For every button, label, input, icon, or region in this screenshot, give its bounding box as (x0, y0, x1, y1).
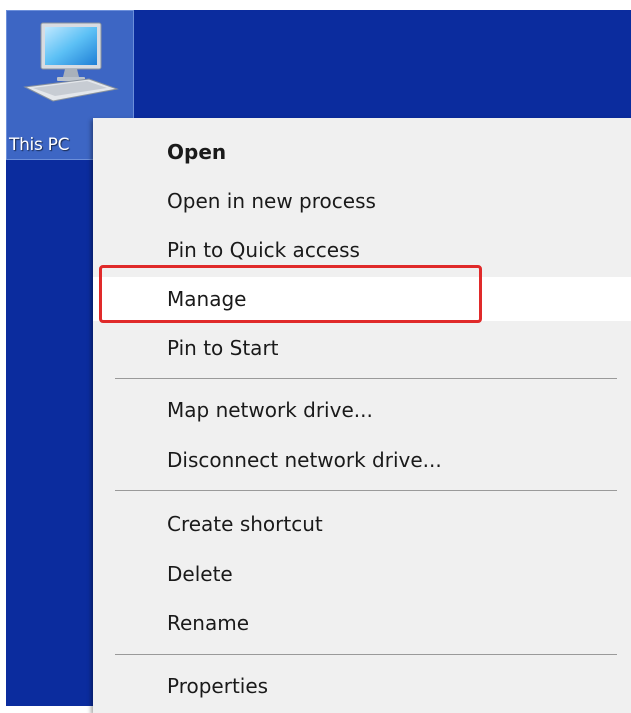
menu-item-delete[interactable]: Delete (93, 552, 631, 596)
menu-item-manage[interactable]: Manage (93, 277, 631, 321)
menu-item-open-in-new-process[interactable]: Open in new process (93, 179, 631, 223)
menu-item-properties[interactable]: Properties (93, 664, 631, 708)
menu-item-map-network-drive[interactable]: Map network drive... (93, 388, 631, 432)
menu-item-open[interactable]: Open (93, 130, 631, 174)
menu-item-create-shortcut[interactable]: Create shortcut (93, 502, 631, 546)
context-menu: Open Open in new process Pin to Quick ac… (93, 118, 631, 713)
screenshot-root: This PC Open Open in new process Pin to … (0, 0, 631, 713)
menu-separator (115, 490, 617, 491)
menu-item-disconnect-network-drive[interactable]: Disconnect network drive... (93, 438, 631, 482)
menu-item-pin-to-start[interactable]: Pin to Start (93, 326, 631, 370)
computer-monitor-icon (23, 22, 119, 102)
menu-separator (115, 378, 617, 379)
menu-item-rename[interactable]: Rename (93, 601, 631, 645)
menu-item-pin-to-quick-access[interactable]: Pin to Quick access (93, 228, 631, 272)
menu-separator (115, 654, 617, 655)
desktop-icon-label: This PC (9, 135, 70, 155)
